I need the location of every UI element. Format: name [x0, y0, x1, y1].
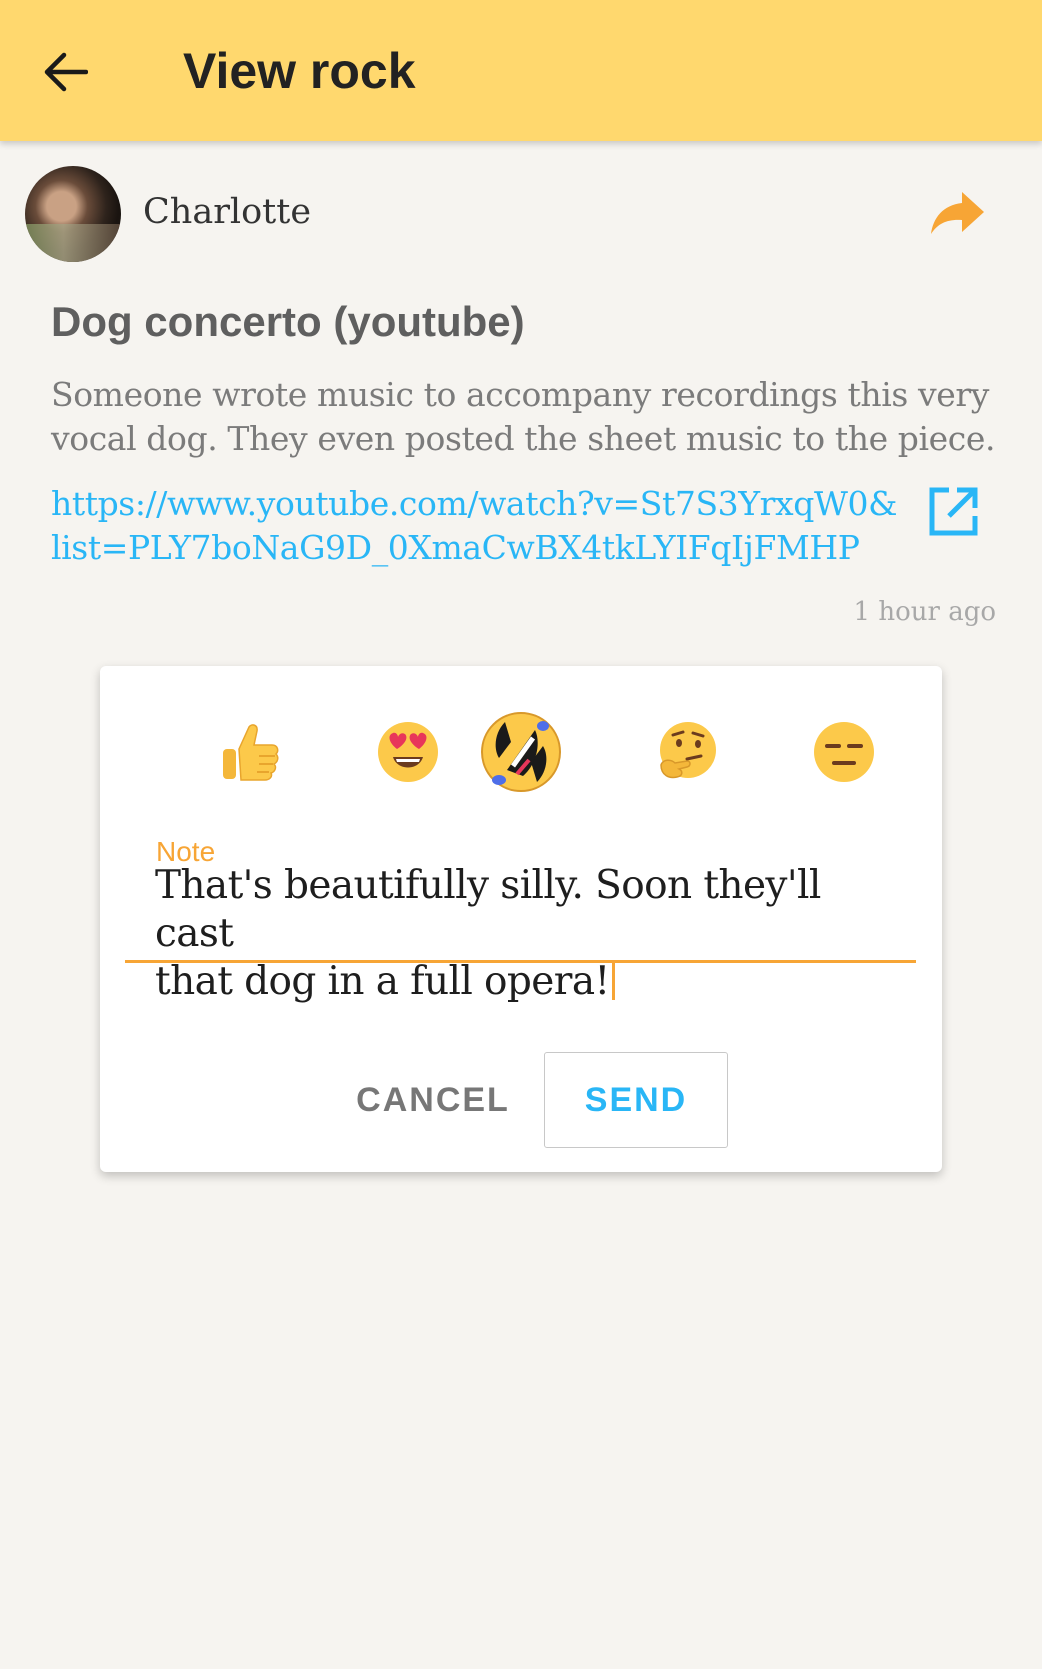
- heart-eyes-reaction[interactable]: [362, 706, 454, 798]
- thumbs-up-reaction[interactable]: [204, 706, 296, 798]
- back-button[interactable]: [36, 38, 94, 106]
- note-text-line-1[interactable]: That's beautifully silly. Soon they'll c…: [155, 862, 885, 958]
- thinking-icon: [660, 722, 716, 779]
- heart-eyes-icon: [378, 722, 438, 782]
- rock-link-line-1[interactable]: https://www.youtube.com/watch?v=St7S3Yrx…: [51, 482, 911, 526]
- page-title: View rock: [183, 43, 416, 99]
- thumbs-up-icon: [223, 724, 279, 781]
- author-row: Charlotte: [25, 166, 1015, 262]
- rock-title: Dog concerto (youtube): [51, 298, 525, 345]
- note-underline: [125, 960, 916, 963]
- timestamp: 1 hour ago: [853, 597, 996, 627]
- author-name: Charlotte: [143, 192, 312, 232]
- expressionless-icon: [814, 722, 874, 782]
- note-text-line-2-value[interactable]: that dog in a full opera!: [155, 959, 610, 1004]
- share-arrow-icon: [931, 192, 984, 234]
- reaction-dialog: Note That's beautifully silly. Soon they…: [100, 666, 942, 1172]
- open-link-button[interactable]: [925, 484, 981, 540]
- note-text-line-2[interactable]: that dog in a full opera!: [155, 958, 885, 1006]
- rofl-reaction[interactable]: [474, 698, 568, 806]
- reaction-picker: [100, 706, 942, 798]
- cancel-button[interactable]: CANCEL: [340, 1052, 526, 1148]
- expressionless-reaction[interactable]: [798, 706, 890, 798]
- rock-link[interactable]: https://www.youtube.com/watch?v=St7S3Yrx…: [51, 482, 911, 570]
- rock-link-line-2[interactable]: list=PLY7boNaG9D_0XmaCwBX4tkLYIFqIjFMHP: [51, 526, 911, 570]
- avatar[interactable]: [25, 166, 121, 262]
- open-in-new-icon: [929, 487, 978, 536]
- rolling-laughing-icon: [481, 712, 561, 792]
- rock-description: Someone wrote music to accompany recordi…: [51, 375, 996, 458]
- app-bar: View rock: [0, 0, 1042, 141]
- text-caret: [611, 962, 615, 1000]
- thinking-reaction[interactable]: [640, 706, 732, 798]
- share-button[interactable]: [928, 188, 988, 238]
- note-input[interactable]: That's beautifully silly. Soon they'll c…: [155, 862, 885, 1006]
- send-button[interactable]: SEND: [544, 1052, 728, 1148]
- arrow-left-icon: [44, 52, 88, 92]
